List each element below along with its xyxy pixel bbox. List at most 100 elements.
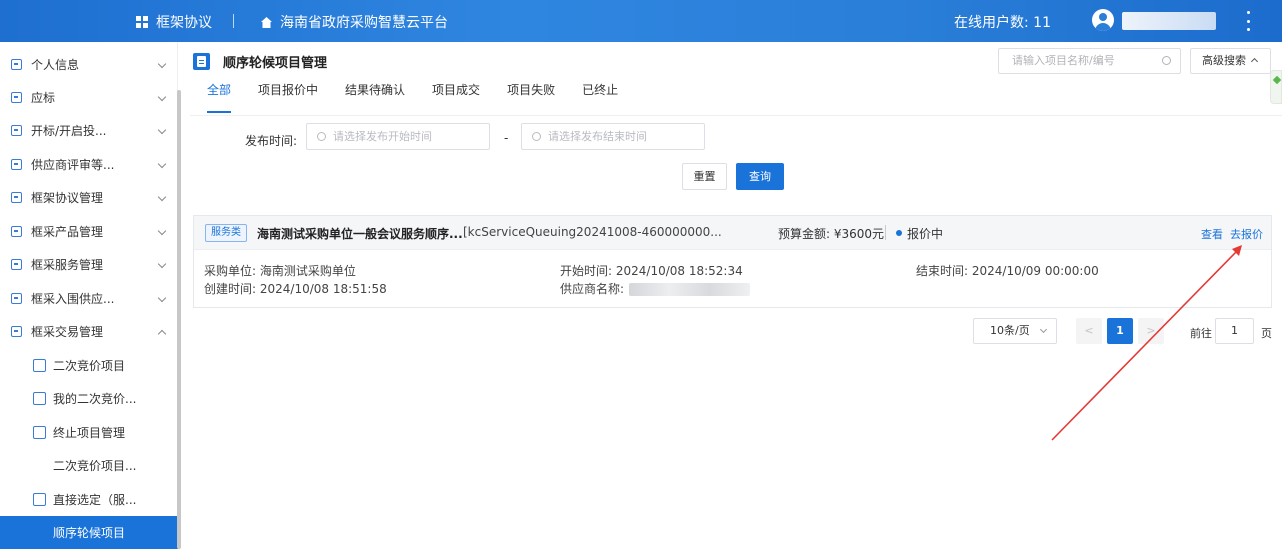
go-quote-link[interactable]: 去报价 — [1230, 226, 1263, 242]
date-separator: - — [504, 131, 509, 145]
project-name[interactable]: 海南测试采购单位一般会议服务顺序... — [257, 225, 463, 242]
avatar[interactable] — [1092, 9, 1114, 31]
search-placeholder: 请输入项目名称/编号 — [1012, 54, 1115, 67]
sidebar-sub-label: 终止项目管理 — [53, 426, 126, 440]
username-redacted[interactable] — [1122, 12, 1216, 30]
grid-icon — [136, 15, 149, 29]
clock-icon — [532, 132, 541, 141]
service-icon — [11, 259, 22, 270]
chevron-down-icon — [157, 259, 167, 269]
tab-pending-confirmation[interactable]: 结果待确认 — [345, 81, 405, 115]
sidebar-sub-label: 二次竞价项目 — [53, 359, 126, 373]
sidebar-scrollbar[interactable] — [177, 90, 181, 549]
page-unit-label: 页 — [1261, 327, 1272, 340]
document-icon — [193, 53, 210, 70]
sidebar-item-transactions[interactable]: 框采交易管理 — [0, 315, 178, 348]
reset-button[interactable]: 重置 — [682, 163, 727, 190]
sidebar: 个人信息 应标 开标/开启投... 供应商评审等... 框架协议管理 框采产品管… — [0, 42, 178, 549]
chevron-up-icon — [1250, 57, 1259, 66]
purchaser-field: 采购单位: 海南测试采购单位 — [204, 264, 356, 278]
brand-label: 框架协议 — [156, 15, 212, 31]
end-time-field: 结束时间: 2024/10/09 00:00:00 — [916, 264, 1099, 278]
next-page-button[interactable]: > — [1138, 318, 1164, 344]
publish-time-label: 发布时间: — [245, 134, 298, 148]
sidebar-item-personal[interactable]: 个人信息 — [0, 48, 178, 81]
chevron-down-icon — [157, 125, 167, 135]
project-code: [kcServiceQueuing20241008-460000000... — [463, 225, 722, 239]
project-card: 服务类 海南测试采购单位一般会议服务顺序... [kcServiceQueuin… — [193, 215, 1272, 308]
platform-label: 海南省政府采购智慧云平台 — [280, 15, 448, 31]
tab-all[interactable]: 全部 — [207, 81, 232, 115]
sidebar-sub-label: 顺序轮候项目 — [53, 526, 126, 540]
sidebar-item-framework-agreement[interactable]: 框架协议管理 — [0, 181, 178, 214]
sidebar-item-services[interactable]: 框采服务管理 — [0, 248, 178, 281]
brand[interactable]: 框架协议 — [136, 12, 212, 32]
chevron-down-icon — [157, 293, 167, 303]
chevron-down-icon — [157, 159, 167, 169]
profile-icon — [11, 59, 22, 70]
search-input[interactable]: 请输入项目名称/编号 — [998, 48, 1181, 74]
sidebar-sub-my-bidding[interactable]: 我的二次竞价... — [0, 382, 178, 415]
chevron-down-icon — [157, 192, 167, 202]
prev-page-button[interactable]: < — [1076, 318, 1102, 344]
terminate-icon — [33, 426, 46, 439]
floating-widget[interactable] — [1270, 70, 1282, 104]
header-divider — [233, 14, 234, 28]
supplier-field: 供应商名称: — [560, 282, 625, 296]
tabs-divider — [190, 115, 1282, 116]
sidebar-item-products[interactable]: 框采产品管理 — [0, 215, 178, 248]
clock-icon — [317, 132, 326, 141]
start-date-input[interactable]: 请选择发布开始时间 — [306, 123, 490, 150]
sidebar-sub-terminated[interactable]: 终止项目管理 — [0, 416, 178, 449]
sidebar-sub-queue-projects[interactable]: 顺序轮候项目 — [0, 516, 178, 549]
tab-terminated[interactable]: 已终止 — [582, 81, 618, 115]
sidebar-item-label: 框架协议管理 — [31, 191, 104, 205]
sidebar-sub-label: 我的二次竞价... — [53, 392, 137, 406]
query-button[interactable]: 查询 — [736, 163, 784, 190]
review-icon — [11, 159, 22, 170]
search-icon[interactable] — [1162, 56, 1171, 65]
page-1-button[interactable]: 1 — [1107, 318, 1133, 344]
sidebar-item-label: 框采入围供应... — [31, 292, 115, 306]
tab-failed[interactable]: 项目失败 — [507, 81, 555, 115]
product-icon — [11, 226, 22, 237]
page-size-select[interactable]: 10条/页 — [973, 318, 1057, 344]
supplier-name-redacted — [629, 283, 750, 296]
sidebar-item-label: 框采交易管理 — [31, 325, 104, 339]
online-users: 在线用户数: 11 — [954, 15, 1051, 31]
advanced-search-button[interactable]: 高级搜索 — [1190, 48, 1271, 74]
sidebar-item-supplier-review[interactable]: 供应商评审等... — [0, 148, 178, 181]
platform-link[interactable]: 海南省政府采购智慧云平台 — [260, 12, 448, 32]
goto-page-input[interactable]: 1 — [1215, 318, 1254, 344]
page-title: 顺序轮候项目管理 — [223, 56, 328, 71]
sidebar-sub-direct-select[interactable]: 直接选定（服... — [0, 483, 178, 516]
bid-icon — [11, 92, 22, 103]
start-date-placeholder: 请选择发布开始时间 — [333, 130, 432, 143]
sidebar-item-bid[interactable]: 应标 — [0, 81, 178, 114]
end-date-placeholder: 请选择发布结束时间 — [548, 130, 647, 143]
more-menu-icon[interactable] — [1245, 11, 1251, 31]
sidebar-sub-label: 直接选定（服... — [53, 493, 137, 507]
end-date-input[interactable]: 请选择发布结束时间 — [521, 123, 705, 150]
start-time-field: 开始时间: 2024/10/08 18:52:34 — [560, 264, 743, 278]
sidebar-sub-secondary-bidding[interactable]: 二次竞价项目 — [0, 349, 178, 382]
sidebar-item-label: 个人信息 — [31, 58, 80, 72]
project-card-body: 采购单位: 海南测试采购单位 创建时间: 2024/10/08 18:51:58… — [194, 250, 1271, 307]
chevron-up-icon — [157, 329, 167, 339]
sidebar-item-label: 框采服务管理 — [31, 258, 104, 272]
list-icon — [33, 392, 46, 405]
sidebar-item-shortlisted[interactable]: 框采入围供应... — [0, 282, 178, 315]
tab-deal[interactable]: 项目成交 — [432, 81, 480, 115]
main-content: 顺序轮候项目管理 请输入项目名称/编号 高级搜索 全部 项目报价中 结果待确认 … — [190, 42, 1282, 549]
budget-amount: 预算金额: ¥3600元 — [778, 227, 885, 241]
select-icon — [33, 493, 46, 506]
status-dot-icon — [896, 230, 902, 236]
sidebar-item-opening[interactable]: 开标/开启投... — [0, 114, 178, 147]
chevron-down-icon — [1039, 325, 1048, 334]
view-link[interactable]: 查看 — [1201, 226, 1223, 242]
sidebar-sub-secondary-bidding-2[interactable]: 二次竞价项目... — [0, 449, 178, 482]
header-separator — [885, 225, 886, 240]
sidebar-item-label: 供应商评审等... — [31, 158, 115, 172]
tab-quoting[interactable]: 项目报价中 — [258, 81, 318, 115]
category-tag: 服务类 — [205, 224, 247, 242]
